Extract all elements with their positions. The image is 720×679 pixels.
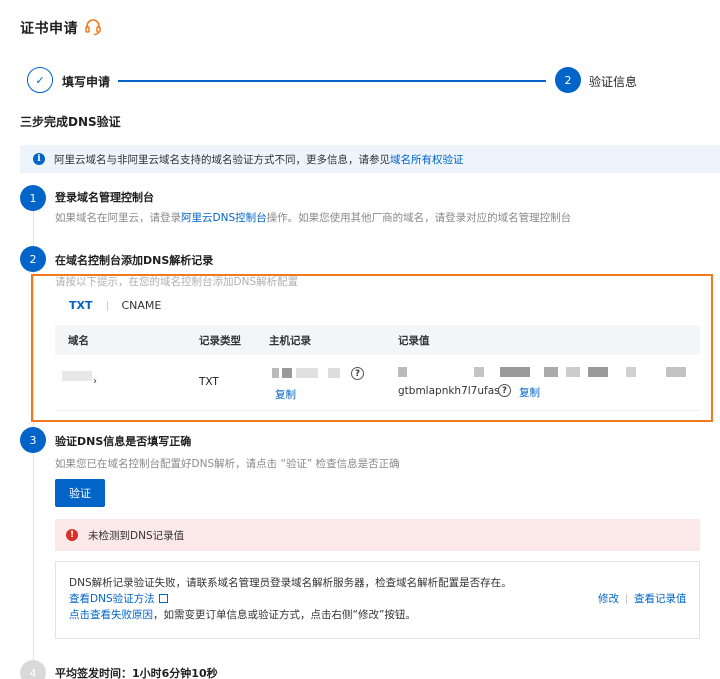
col-domain: 域名 bbox=[68, 335, 89, 347]
info-text: 阿里云域名与非阿里云域名支持的域名验证方式不同，更多信息，请参见 bbox=[54, 153, 390, 166]
domain-masked bbox=[62, 371, 92, 381]
tab-txt[interactable]: TXT bbox=[69, 299, 93, 312]
value-masked bbox=[500, 367, 530, 377]
external-link-icon bbox=[158, 594, 168, 603]
step3-title: 验证DNS信息是否填写正确 bbox=[55, 435, 192, 448]
detail-line1: DNS解析记录验证失败，请联系域名管理员登录域名解析服务器，检查域名解析配置是否… bbox=[69, 577, 512, 589]
check-icon: ✓ bbox=[35, 73, 45, 87]
value-masked bbox=[626, 367, 636, 377]
help-icon[interactable]: ? bbox=[498, 384, 511, 397]
info-icon: i bbox=[33, 153, 45, 165]
detail-line2: 查看DNS验证方法 bbox=[69, 591, 168, 606]
table-header: 域名 记录类型 主机记录 记录值 bbox=[55, 325, 700, 355]
page-title: 证书申请 bbox=[20, 21, 78, 37]
value-masked bbox=[398, 367, 407, 377]
alidns-console-link[interactable]: 阿里云DNS控制台 bbox=[181, 212, 267, 224]
section-title: 三步完成DNS验证 bbox=[20, 115, 121, 129]
step2-number: 2 bbox=[20, 246, 46, 272]
modify-link[interactable]: 修改 bbox=[598, 591, 619, 606]
tab-cname[interactable]: CNAME bbox=[122, 299, 162, 312]
host-masked bbox=[272, 368, 279, 378]
step-fill-application-label: 填写申请 bbox=[62, 75, 111, 89]
domain-ownership-link[interactable]: 域名所有权验证 bbox=[390, 152, 464, 167]
step1-desc-suffix: 操作。如果您使用其他厂商的域名，请登录对应的域名管理控制台 bbox=[266, 212, 572, 224]
step-current-circle: 2 bbox=[555, 67, 581, 93]
copy-value-button[interactable]: 复制 bbox=[519, 385, 540, 400]
value-masked bbox=[588, 367, 608, 377]
verify-button[interactable]: 验证 bbox=[55, 479, 105, 507]
detail-actions: 修改 查看记录值 bbox=[598, 591, 687, 606]
tab-divider bbox=[106, 300, 108, 311]
value-masked bbox=[566, 367, 580, 377]
headset-icon[interactable] bbox=[84, 18, 102, 36]
detail-line3-suffix: ，如需变更订单信息或验证方式，点击右侧“修改”按钮。 bbox=[153, 609, 416, 621]
failure-reason-link[interactable]: 点击查看失败原因 bbox=[69, 609, 153, 621]
step1-desc-prefix: 如果域名在阿里云，请登录 bbox=[55, 212, 181, 224]
record-type-cell: TXT bbox=[199, 376, 219, 388]
row-divider bbox=[55, 410, 700, 411]
step3-desc: 如果您已在域名控制台配置好DNS解析，请点击 “验证” 检查信息是否正确 bbox=[55, 458, 400, 470]
step2-title: 在域名控制台添加DNS解析记录 bbox=[55, 254, 214, 267]
view-record-value-link[interactable]: 查看记录值 bbox=[634, 591, 687, 606]
value-masked bbox=[544, 367, 558, 377]
info-banner: i 阿里云域名与非阿里云域名支持的域名验证方式不同，更多信息，请参见 域名所有权… bbox=[20, 145, 720, 173]
copy-host-button[interactable]: 复制 bbox=[275, 387, 296, 402]
action-divider bbox=[626, 593, 627, 604]
domain-cell: › bbox=[93, 376, 97, 387]
host-masked bbox=[328, 368, 340, 378]
help-icon[interactable]: ? bbox=[351, 367, 364, 380]
dns-verify-method-link[interactable]: 查看DNS验证方法 bbox=[69, 593, 155, 605]
error-icon: ! bbox=[66, 529, 78, 541]
record-type-tabs: TXT CNAME bbox=[69, 299, 161, 312]
step-done-circle: ✓ bbox=[27, 67, 53, 93]
host-masked bbox=[296, 368, 318, 378]
step3-number: 3 bbox=[20, 427, 46, 453]
error-banner: ! 未检测到DNS记录值 bbox=[55, 519, 700, 551]
failure-detail-box: DNS解析记录验证失败，请联系域名管理员登录域名解析服务器，检查域名解析配置是否… bbox=[55, 561, 700, 639]
step1-title: 登录域名管理控制台 bbox=[55, 191, 154, 204]
step-connector bbox=[118, 80, 546, 82]
host-masked bbox=[282, 368, 292, 378]
step4-number: 4 bbox=[20, 660, 46, 679]
error-text: 未检测到DNS记录值 bbox=[88, 529, 185, 542]
col-record-type: 记录类型 bbox=[199, 335, 241, 347]
step-verify-info-label: 验证信息 bbox=[589, 75, 638, 89]
record-value-text: gtbmlapnkh7l7ufas bbox=[398, 385, 500, 397]
value-masked bbox=[474, 367, 484, 377]
detail-line3: 点击查看失败原因，如需变更订单信息或验证方式，点击右侧“修改”按钮。 bbox=[69, 607, 416, 622]
step4-text: 平均签发时间：1小时6分钟10秒 bbox=[55, 667, 218, 679]
col-host-record: 主机记录 bbox=[269, 335, 311, 347]
step1-desc: 如果域名在阿里云，请登录阿里云DNS控制台操作。如果您使用其他厂商的域名，请登录… bbox=[55, 210, 571, 225]
step1-number: 1 bbox=[20, 185, 46, 211]
value-masked bbox=[666, 367, 686, 377]
col-record-value: 记录值 bbox=[398, 335, 430, 347]
